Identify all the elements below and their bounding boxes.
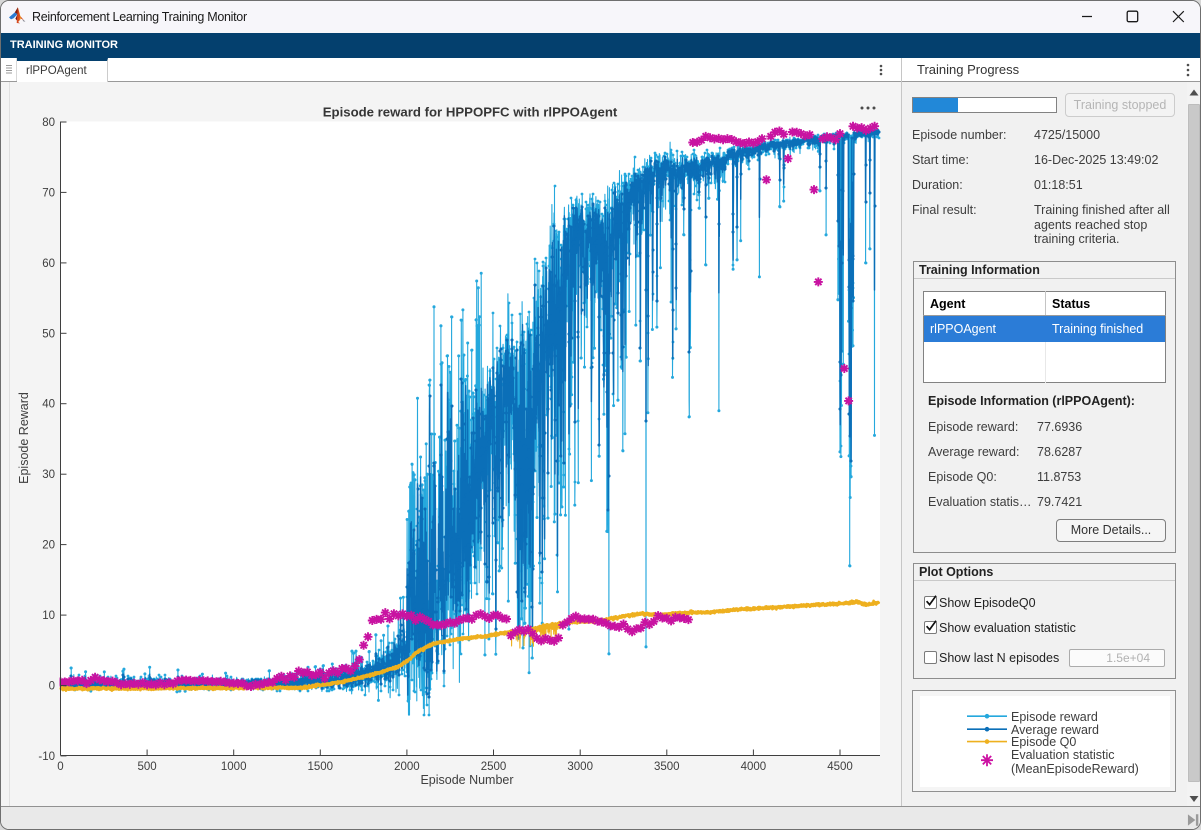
svg-text:2500: 2500 <box>481 761 507 773</box>
svg-text:40: 40 <box>42 399 55 411</box>
svg-text:60: 60 <box>42 258 55 270</box>
svg-text:2000: 2000 <box>394 761 420 773</box>
svg-text:4500: 4500 <box>827 761 853 773</box>
svg-text:0: 0 <box>57 761 63 773</box>
svg-text:Episode Number: Episode Number <box>420 773 513 787</box>
svg-text:-10: -10 <box>38 751 55 763</box>
svg-text:1500: 1500 <box>308 761 334 773</box>
svg-text:Episode Reward: Episode Reward <box>17 392 31 484</box>
svg-text:10: 10 <box>42 610 55 622</box>
svg-text:4000: 4000 <box>741 761 767 773</box>
svg-text:80: 80 <box>42 117 55 129</box>
svg-text:3500: 3500 <box>654 761 680 773</box>
svg-text:3000: 3000 <box>567 761 593 773</box>
svg-text:30: 30 <box>42 469 55 481</box>
svg-text:500: 500 <box>138 761 157 773</box>
svg-text:0: 0 <box>49 681 55 693</box>
svg-text:50: 50 <box>42 328 55 340</box>
svg-text:Episode reward for HPPOPFC wit: Episode reward for HPPOPFC with rlPPOAge… <box>323 105 618 120</box>
svg-text:20: 20 <box>42 540 55 552</box>
svg-text:70: 70 <box>42 187 55 199</box>
svg-text:1000: 1000 <box>221 761 247 773</box>
